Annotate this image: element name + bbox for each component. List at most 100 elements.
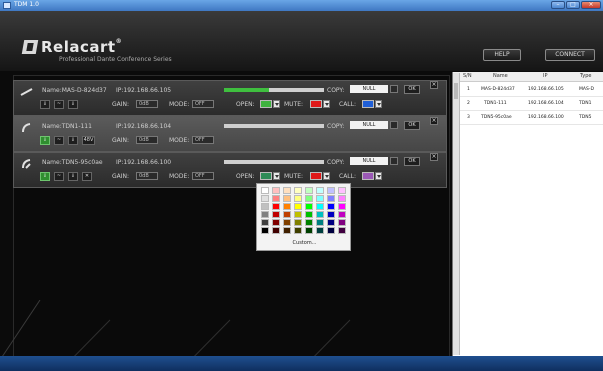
color-swatch-cell[interactable] [272, 227, 280, 234]
ok-button[interactable]: OK [404, 85, 420, 94]
mute-color-dropdown[interactable] [323, 172, 330, 180]
color-swatch-cell[interactable] [327, 195, 335, 202]
wave-button[interactable]: ~ [54, 100, 64, 109]
copy-select[interactable]: NULL [350, 121, 388, 129]
call-color-swatch[interactable] [362, 172, 374, 180]
color-swatch-cell[interactable] [272, 219, 280, 226]
color-swatch-cell[interactable] [261, 203, 269, 210]
color-swatch-cell[interactable] [305, 219, 313, 226]
color-swatch-cell[interactable] [294, 211, 302, 218]
device-row[interactable]: Name:TDN1-111 IP:192.168.66.104 COPY: NU… [13, 116, 447, 152]
copy-select[interactable]: NULL [350, 85, 388, 93]
column-header[interactable]: S/N [463, 73, 472, 79]
color-swatch-cell[interactable] [283, 211, 291, 218]
down-button[interactable]: ⇓ [68, 136, 78, 145]
color-swatch-cell[interactable] [305, 195, 313, 202]
call-color-dropdown[interactable] [375, 100, 382, 108]
gain-select[interactable]: 0dB [136, 100, 158, 108]
color-swatch-cell[interactable] [294, 187, 302, 194]
color-swatch-cell[interactable] [294, 227, 302, 234]
open-color-swatch[interactable] [260, 100, 272, 108]
device-row[interactable]: Name:MAS-D-824d37 IP:192.168.66.105 COPY… [13, 80, 447, 116]
open-color-dropdown[interactable] [273, 172, 280, 180]
open-color-dropdown[interactable] [273, 100, 280, 108]
copy-dropdown-button[interactable] [390, 121, 398, 129]
color-swatch-cell[interactable] [261, 219, 269, 226]
minimize-button[interactable]: – [551, 1, 565, 9]
table-row[interactable]: 2 TDN1-111 192.168.66.104 TDN1 [453, 98, 603, 111]
color-swatch-cell[interactable] [338, 219, 346, 226]
color-swatch-cell[interactable] [338, 211, 346, 218]
ok-button[interactable]: OK [404, 157, 420, 166]
gain-select[interactable]: 0dB [136, 136, 158, 144]
color-swatch-cell[interactable] [272, 211, 280, 218]
color-swatch-cell[interactable] [316, 195, 324, 202]
color-swatch-cell[interactable] [283, 203, 291, 210]
mute-x-button[interactable]: ✕ [82, 172, 92, 181]
wave-button[interactable]: ~ [54, 172, 64, 181]
mute-color-swatch[interactable] [310, 172, 322, 180]
color-swatch-cell[interactable] [305, 187, 313, 194]
color-swatch-cell[interactable] [272, 203, 280, 210]
color-swatch-cell[interactable] [316, 219, 324, 226]
close-window-button[interactable]: × [581, 1, 601, 9]
remove-device-button[interactable]: × [430, 153, 438, 161]
color-swatch-cell[interactable] [294, 219, 302, 226]
color-swatch-cell[interactable] [327, 219, 335, 226]
color-swatch-cell[interactable] [283, 187, 291, 194]
color-swatch-cell[interactable] [338, 203, 346, 210]
color-swatch-cell[interactable] [283, 195, 291, 202]
color-swatch-cell[interactable] [305, 203, 313, 210]
call-color-swatch[interactable] [362, 100, 374, 108]
color-swatch-cell[interactable] [305, 227, 313, 234]
down-button[interactable]: ⇓ [40, 100, 50, 109]
maximize-button[interactable]: □ [566, 1, 580, 9]
color-swatch-cell[interactable] [338, 187, 346, 194]
color-swatch-cell[interactable] [338, 227, 346, 234]
color-swatch-cell[interactable] [283, 227, 291, 234]
wave-button[interactable]: ~ [54, 136, 64, 145]
color-swatch-cell[interactable] [338, 195, 346, 202]
color-swatch-cell[interactable] [327, 203, 335, 210]
down-button[interactable]: ⇓ [68, 172, 78, 181]
copy-dropdown-button[interactable] [390, 157, 398, 165]
color-swatch-cell[interactable] [316, 227, 324, 234]
table-row[interactable]: 3 TDN5-95c0ae 192.168.66.100 TDN5 [453, 112, 603, 125]
help-button[interactable]: HELP [483, 49, 521, 61]
custom-color-button[interactable]: Custom... [257, 240, 352, 246]
column-header[interactable]: Type [580, 73, 591, 79]
mute-color-dropdown[interactable] [323, 100, 330, 108]
color-swatch-cell[interactable] [327, 227, 335, 234]
color-swatch-cell[interactable] [272, 195, 280, 202]
remove-device-button[interactable]: × [430, 117, 438, 125]
gain-select[interactable]: 0dB [136, 172, 158, 180]
column-header[interactable]: Name [493, 73, 508, 79]
down-button[interactable]: ⇓ [40, 136, 50, 145]
color-swatch-cell[interactable] [272, 187, 280, 194]
color-swatch-cell[interactable] [327, 187, 335, 194]
column-header[interactable]: IP [543, 73, 548, 79]
call-color-dropdown[interactable] [375, 172, 382, 180]
color-swatch-cell[interactable] [294, 203, 302, 210]
mode-select[interactable]: OFF [192, 100, 214, 108]
color-swatch-cell[interactable] [316, 211, 324, 218]
color-swatch-cell[interactable] [316, 203, 324, 210]
color-swatch-cell[interactable] [305, 211, 313, 218]
down-button[interactable]: ⇓ [68, 100, 78, 109]
color-swatch-cell[interactable] [327, 211, 335, 218]
color-swatch-cell[interactable] [283, 219, 291, 226]
copy-select[interactable]: NULL [350, 157, 388, 165]
down-button[interactable]: ⇓ [40, 172, 50, 181]
color-swatch-cell[interactable] [294, 195, 302, 202]
mode-select[interactable]: OFF [192, 136, 214, 144]
color-swatch-cell[interactable] [261, 195, 269, 202]
remove-device-button[interactable]: × [430, 81, 438, 89]
ok-button[interactable]: OK [404, 121, 420, 130]
mode-select[interactable]: OFF [192, 172, 214, 180]
color-swatch-cell[interactable] [261, 227, 269, 234]
phantom-48v-button[interactable]: 48V [82, 136, 95, 145]
copy-dropdown-button[interactable] [390, 85, 398, 93]
table-row[interactable]: 1 MAS-D-824d37 192.168.66.105 MAS-D [453, 84, 603, 97]
device-row[interactable]: Name:TDN5-95c0ae IP:192.168.66.100 COPY:… [13, 152, 447, 188]
color-swatch-cell[interactable] [316, 187, 324, 194]
